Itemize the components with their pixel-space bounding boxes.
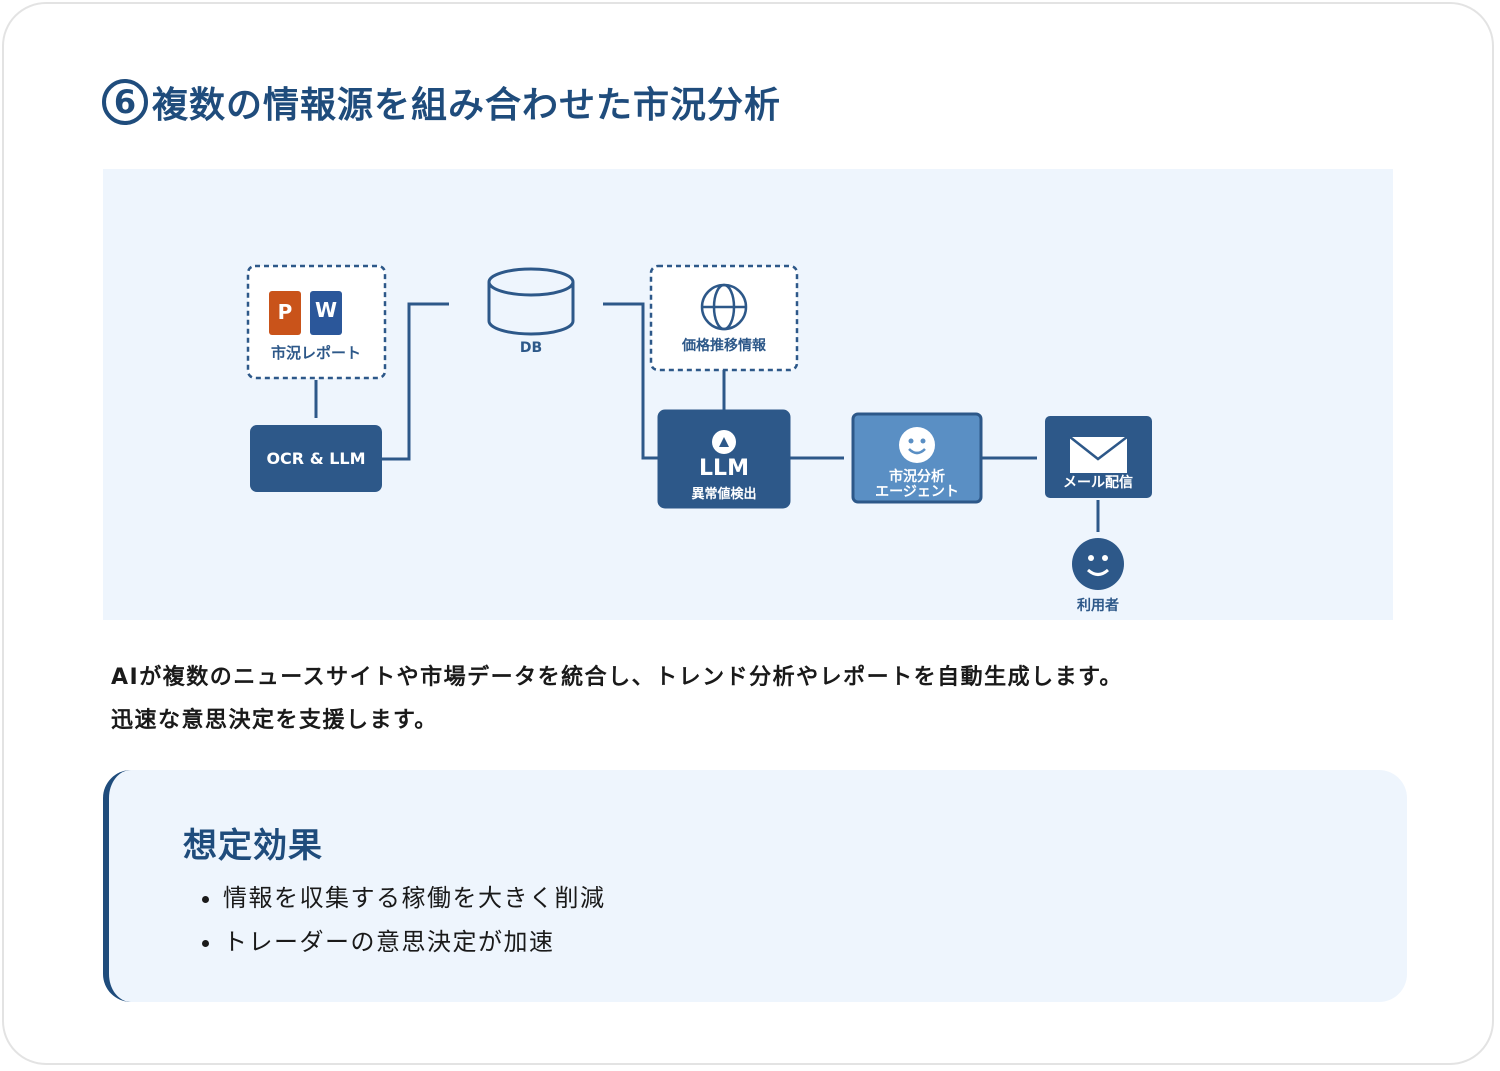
- llm-logo-icon: [712, 430, 736, 454]
- llm-title: LLM: [699, 456, 749, 481]
- effects-list-item: 情報を収集する稼働を大きく削減: [223, 876, 606, 920]
- powerpoint-icon-letter: P: [278, 300, 293, 324]
- user-node: 利用者: [1072, 538, 1124, 614]
- envelope-icon: [1069, 436, 1128, 473]
- price-info-node: 価格推移情報: [649, 264, 799, 372]
- agent-label-line2: エージェント: [875, 484, 959, 500]
- slide-card: 6 複数の情報源を組み合わせた市況分析 P W 市況レポート OCR & LLM…: [2, 2, 1494, 1065]
- report-label: 市況レポート: [271, 344, 361, 362]
- db-label: DB: [520, 340, 542, 356]
- description-line-1: AIが複数のニュースサイトや市場データを統合し、トレンド分析やレポートを自動生成…: [111, 665, 1123, 690]
- price-info-label: 価格推移情報: [681, 337, 767, 354]
- agent-node: 市況分析 エージェント: [851, 412, 983, 504]
- line-ocr-to-db: [382, 302, 449, 461]
- agent-label-line1: 市況分析: [889, 468, 945, 485]
- ocr-llm-node: OCR & LLM: [250, 425, 382, 492]
- effects-list-item: トレーダーの意思決定が加速: [223, 920, 606, 964]
- llm-subtitle: 異常値検出: [691, 486, 756, 502]
- title-number-badge: 6: [102, 79, 148, 125]
- effects-title: 想定効果: [183, 826, 323, 866]
- smiley-icon: [899, 427, 935, 463]
- effects-box: 想定効果 情報を収集する稼働を大きく削減 トレーダーの意思決定が加速: [103, 770, 1407, 1002]
- ocr-llm-label: OCR & LLM: [266, 449, 365, 468]
- user-smiley-icon: [1072, 538, 1124, 590]
- mail-node: メール配信: [1045, 416, 1152, 498]
- workflow-diagram: P W 市況レポート OCR & LLM DB 価格推移情報 LLM 異常値検出…: [103, 169, 1393, 620]
- workflow-diagram-svg: P W 市況レポート OCR & LLM DB 価格推移情報 LLM 異常値検出…: [246, 264, 1152, 614]
- title-text: 複数の情報源を組み合わせた市況分析: [152, 85, 782, 126]
- line-db-to-llm: [603, 302, 659, 460]
- report-node: P W 市況レポート: [246, 264, 387, 380]
- page-title: 6 複数の情報源を組み合わせた市況分析: [102, 76, 781, 128]
- db-node: DB: [487, 267, 575, 356]
- mail-label: メール配信: [1063, 474, 1133, 491]
- description: AIが複数のニュースサイトや市場データを統合し、トレンド分析やレポートを自動生成…: [111, 656, 1123, 742]
- user-label: 利用者: [1077, 597, 1119, 614]
- description-line-2: 迅速な意思決定を支援します。: [111, 708, 438, 733]
- effects-list: 情報を収集する稼働を大きく削減 トレーダーの意思決定が加速: [199, 876, 606, 964]
- llm-node: LLM 異常値検出: [657, 409, 791, 509]
- database-icon: [487, 267, 575, 336]
- word-icon-letter: W: [315, 298, 337, 322]
